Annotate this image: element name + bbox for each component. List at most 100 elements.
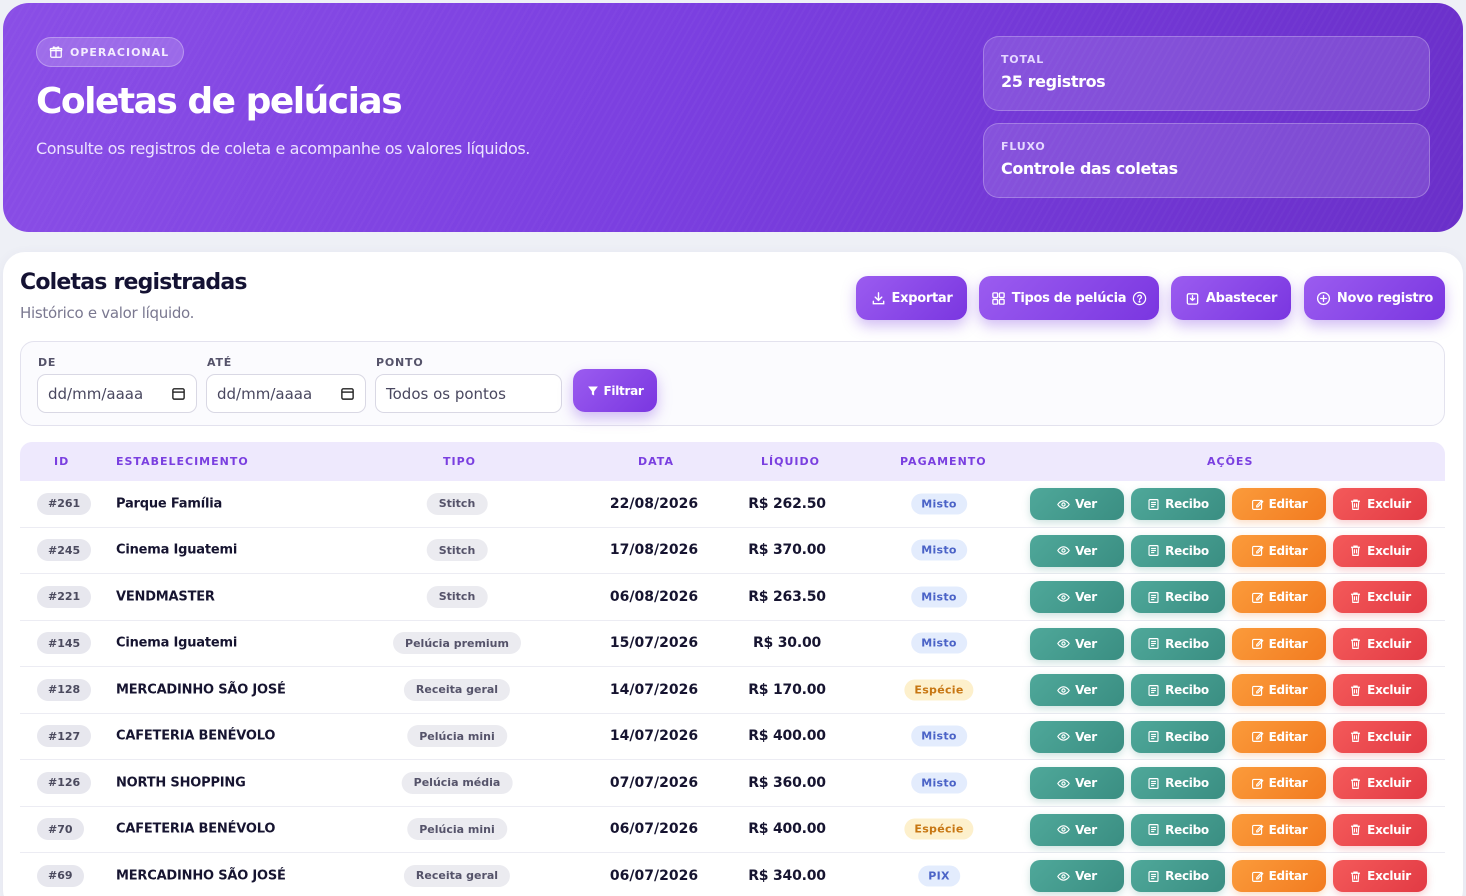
view-button[interactable]: Ver [1030, 674, 1124, 706]
edit-button[interactable]: Editar [1232, 581, 1326, 613]
edit-button[interactable]: Editar [1232, 860, 1326, 892]
view-label: Ver [1075, 497, 1097, 511]
receipt-label: Recibo [1165, 590, 1209, 604]
receipt-label: Recibo [1165, 822, 1209, 837]
receipt-button[interactable]: Recibo [1131, 720, 1225, 753]
payment-badge: Misto [911, 632, 967, 654]
filter-button[interactable]: Filtrar [573, 369, 657, 412]
view-button[interactable]: Ver [1030, 581, 1124, 613]
record-id-badge: #128 [37, 678, 92, 701]
delete-button[interactable]: Excluir [1333, 627, 1427, 660]
receipt-label: Recibo [1165, 636, 1209, 651]
establishment-name: MERCADINHO SÃO JOSÉ [116, 868, 286, 884]
payment-badge: Misto [911, 725, 967, 747]
delete-button[interactable]: Excluir [1333, 674, 1427, 706]
record-id-badge: #126 [37, 771, 92, 794]
eye-icon [1057, 871, 1070, 881]
edit-button[interactable]: Editar [1232, 674, 1326, 706]
receipt-button[interactable]: Recibo [1131, 767, 1225, 799]
receipt-icon [1148, 824, 1159, 835]
table-header: ID ESTABELECIMENTO TIPO DATA LÍQUIDO PAG… [20, 442, 1445, 481]
edit-button[interactable]: Editar [1232, 534, 1326, 567]
edit-button[interactable]: Editar [1232, 767, 1326, 799]
receipt-label: Recibo [1165, 869, 1209, 883]
net-value: R$ 340.00 [748, 867, 826, 884]
delete-button[interactable]: Excluir [1333, 581, 1427, 613]
edit-button[interactable]: Editar [1232, 488, 1326, 520]
edit-icon [1251, 499, 1264, 510]
header-payment: PAGAMENTO [900, 455, 987, 468]
delete-button[interactable]: Excluir [1333, 860, 1427, 892]
delete-button[interactable]: Excluir [1333, 534, 1427, 567]
table-body: #261 Parque Família Stitch 22/08/2026 R$ 262… [20, 481, 1445, 896]
establishment-name: Parque Família [116, 496, 223, 512]
establishment-name: MERCADINHO SÃO JOSÉ [116, 682, 286, 698]
edit-label: Editar [1268, 497, 1308, 511]
delete-button[interactable]: Excluir [1333, 813, 1427, 846]
header-type: TIPO [443, 455, 477, 468]
eye-icon [1057, 639, 1070, 648]
edit-button[interactable]: Editar [1232, 627, 1326, 660]
table-row: #221 VENDMASTER Stitch 06/08/2026 R$ 263.50 M… [20, 574, 1445, 621]
to-date-input[interactable]: dd/mm/aaaa [206, 374, 366, 413]
trash-icon [1351, 638, 1361, 649]
point-select[interactable]: Todos os pontos [375, 374, 562, 413]
delete-button[interactable]: Excluir [1333, 488, 1427, 520]
type-badge: Stitch [426, 539, 488, 562]
chip-label: OPERACIONAL [70, 45, 170, 59]
view-button[interactable]: Ver [1030, 720, 1124, 753]
section-chip: OPERACIONAL [36, 37, 185, 67]
record-date: 17/08/2026 [609, 542, 699, 559]
receipt-label: Recibo [1165, 683, 1209, 697]
hero-banner: OPERACIONAL Coletas de pelúcias Consulte… [3, 3, 1463, 232]
delete-label: Excluir [1367, 683, 1411, 697]
receipt-icon [1148, 870, 1159, 882]
payment-badge: Misto [911, 539, 967, 561]
edit-button[interactable]: Editar [1232, 720, 1326, 753]
edit-label: Editar [1268, 543, 1308, 558]
edit-button[interactable]: Editar [1232, 813, 1326, 846]
view-button[interactable]: Ver [1030, 627, 1124, 660]
export-button[interactable]: Exportar [856, 276, 967, 320]
plush-types-label: Tipos de pelúcia [1011, 290, 1127, 306]
plush-types-button[interactable]: Tipos de pelúcia [979, 276, 1159, 320]
view-button[interactable]: Ver [1030, 813, 1124, 846]
view-button[interactable]: Ver [1030, 488, 1124, 520]
edit-icon [1251, 731, 1264, 742]
delete-button[interactable]: Excluir [1333, 767, 1427, 799]
receipt-button[interactable]: Recibo [1131, 813, 1225, 846]
filter-label: Filtrar [603, 383, 644, 398]
receipt-icon [1148, 731, 1159, 742]
eye-icon [1057, 499, 1070, 509]
receipt-button[interactable]: Recibo [1131, 860, 1225, 892]
eye-icon [1057, 546, 1070, 555]
view-button[interactable]: Ver [1030, 767, 1124, 799]
type-badge: Pelúcia média [401, 771, 513, 794]
from-date-input[interactable]: dd/mm/aaaa [37, 374, 197, 413]
receipt-button[interactable]: Recibo [1131, 534, 1225, 567]
stat-value: 25 registros [1001, 72, 1106, 91]
table-row: #145 Cinema Iguatemi Pelúcia premium 15/07/… [20, 620, 1445, 667]
receipt-button[interactable]: Recibo [1131, 674, 1225, 706]
trash-icon [1351, 498, 1361, 510]
view-button[interactable]: Ver [1030, 860, 1124, 892]
view-label: Ver [1075, 869, 1097, 883]
establishment-name: Cinema Iguatemi [116, 542, 238, 558]
delete-button[interactable]: Excluir [1333, 720, 1427, 753]
panel-subtitle: Histórico e valor líquido. [20, 304, 195, 322]
receipt-button[interactable]: Recibo [1131, 627, 1225, 660]
supply-button[interactable]: Abastecer [1171, 276, 1291, 320]
view-button[interactable]: Ver [1030, 534, 1124, 567]
establishment-name: Cinema Iguatemi [116, 635, 238, 651]
net-value: R$ 262.50 [748, 495, 826, 512]
trash-icon [1351, 545, 1361, 556]
new-record-button[interactable]: Novo registro [1304, 276, 1445, 320]
payment-badge: PIX [918, 865, 960, 887]
receipt-button[interactable]: Recibo [1131, 488, 1225, 520]
trash-icon [1351, 684, 1361, 696]
table-row: #70 CAFETERIA BENÉVOLO Pelúcia mini 06/07/2… [20, 806, 1445, 853]
receipt-button[interactable]: Recibo [1131, 581, 1225, 613]
records-table: ID ESTABELECIMENTO TIPO DATA LÍQUIDO PAG… [20, 442, 1445, 896]
receipt-icon [1148, 638, 1159, 649]
trash-icon [1351, 824, 1361, 835]
